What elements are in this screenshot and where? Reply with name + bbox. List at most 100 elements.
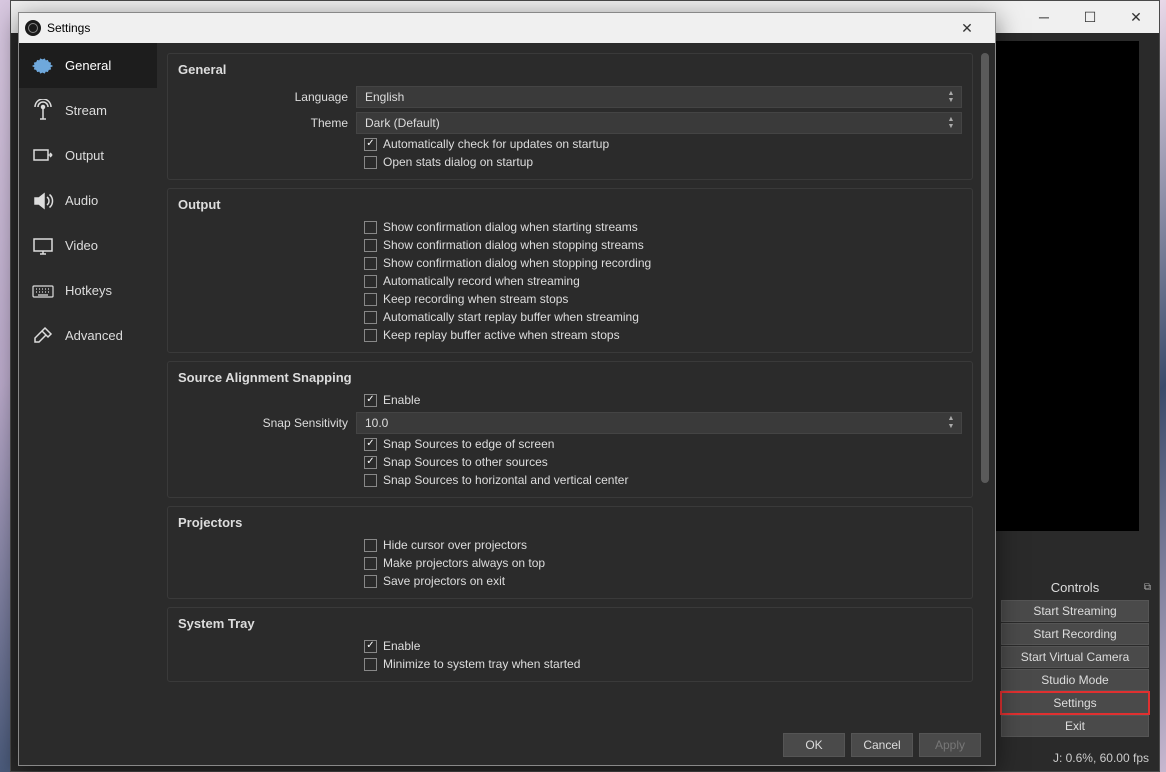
checkbox-label: Enable bbox=[383, 393, 420, 407]
snap-sensitivity-spinbox[interactable]: 10.0 ▲▼ bbox=[356, 412, 962, 434]
minimize-button[interactable]: ─ bbox=[1021, 1, 1067, 33]
group-projectors: Projectors Hide cursor over projectors M… bbox=[167, 506, 973, 599]
checkbox-tray-enable[interactable]: Enable bbox=[364, 639, 962, 653]
output-icon bbox=[29, 142, 57, 170]
settings-dialog: Settings ✕ General Stream Output Audio bbox=[18, 12, 996, 766]
dialog-title: Settings bbox=[47, 21, 945, 35]
checkbox-label: Snap Sources to other sources bbox=[383, 455, 548, 469]
sidebar-item-hotkeys[interactable]: Hotkeys bbox=[19, 268, 157, 313]
sidebar-item-output[interactable]: Output bbox=[19, 133, 157, 178]
theme-label: Theme bbox=[178, 116, 356, 130]
checkbox-snap-sources[interactable]: Snap Sources to other sources bbox=[364, 455, 962, 469]
language-value: English bbox=[365, 90, 404, 104]
checkbox-confirm-stop-recording[interactable]: Show confirmation dialog when stopping r… bbox=[364, 256, 962, 270]
controls-header-label: Controls bbox=[1051, 580, 1099, 595]
checkbox-label: Make projectors always on top bbox=[383, 556, 545, 570]
checkbox-icon bbox=[364, 438, 377, 451]
checkbox-icon bbox=[364, 575, 377, 588]
checkbox-icon bbox=[364, 311, 377, 324]
checkbox-hide-cursor[interactable]: Hide cursor over projectors bbox=[364, 538, 962, 552]
dialog-footer: OK Cancel Apply bbox=[19, 725, 995, 765]
checkbox-always-on-top[interactable]: Make projectors always on top bbox=[364, 556, 962, 570]
start-streaming-button[interactable]: Start Streaming bbox=[1001, 600, 1149, 622]
group-title: Output bbox=[178, 197, 962, 212]
checkbox-label: Hide cursor over projectors bbox=[383, 538, 527, 552]
cancel-button[interactable]: Cancel bbox=[851, 733, 913, 757]
checkbox-auto-update[interactable]: Automatically check for updates on start… bbox=[364, 137, 962, 151]
checkbox-icon bbox=[364, 138, 377, 151]
group-snapping: Source Alignment Snapping Enable Snap Se… bbox=[167, 361, 973, 498]
apply-button[interactable]: Apply bbox=[919, 733, 981, 757]
theme-select[interactable]: Dark (Default) ▲▼ bbox=[356, 112, 962, 134]
sidebar-item-video[interactable]: Video bbox=[19, 223, 157, 268]
sidebar-item-general[interactable]: General bbox=[19, 43, 157, 88]
popout-icon[interactable]: ⧉ bbox=[1144, 582, 1151, 593]
checkbox-open-stats[interactable]: Open stats dialog on startup bbox=[364, 155, 962, 169]
checkbox-label: Automatically start replay buffer when s… bbox=[383, 310, 639, 324]
checkbox-icon bbox=[364, 293, 377, 306]
language-label: Language bbox=[178, 90, 356, 104]
sidebar-item-label: General bbox=[65, 58, 111, 73]
exit-button[interactable]: Exit bbox=[1001, 715, 1149, 737]
checkbox-label: Automatically check for updates on start… bbox=[383, 137, 609, 151]
checkbox-confirm-stop-stream[interactable]: Show confirmation dialog when stopping s… bbox=[364, 238, 962, 252]
checkbox-icon bbox=[364, 156, 377, 169]
studio-mode-button[interactable]: Studio Mode bbox=[1001, 669, 1149, 691]
keyboard-icon bbox=[29, 277, 57, 305]
start-recording-button[interactable]: Start Recording bbox=[1001, 623, 1149, 645]
group-title: Projectors bbox=[178, 515, 962, 530]
obs-logo-icon bbox=[25, 20, 41, 36]
checkbox-icon bbox=[364, 275, 377, 288]
chevron-updown-icon: ▲▼ bbox=[944, 415, 958, 431]
content-scrollbar[interactable] bbox=[981, 53, 989, 483]
checkbox-icon bbox=[364, 257, 377, 270]
checkbox-icon bbox=[364, 456, 377, 469]
sidebar-item-stream[interactable]: Stream bbox=[19, 88, 157, 133]
audio-icon bbox=[29, 187, 57, 215]
group-output: Output Show confirmation dialog when sta… bbox=[167, 188, 973, 353]
checkbox-snap-center[interactable]: Snap Sources to horizontal and vertical … bbox=[364, 473, 962, 487]
checkbox-label: Open stats dialog on startup bbox=[383, 155, 533, 169]
close-button[interactable]: ✕ bbox=[1113, 1, 1159, 33]
checkbox-save-projectors[interactable]: Save projectors on exit bbox=[364, 574, 962, 588]
checkbox-auto-replay-buffer[interactable]: Automatically start replay buffer when s… bbox=[364, 310, 962, 324]
gear-icon bbox=[29, 52, 57, 80]
checkbox-snap-enable[interactable]: Enable bbox=[364, 393, 962, 407]
settings-button[interactable]: Settings bbox=[1001, 692, 1149, 714]
sidebar-item-audio[interactable]: Audio bbox=[19, 178, 157, 223]
language-select[interactable]: English ▲▼ bbox=[356, 86, 962, 108]
sidebar-item-label: Output bbox=[65, 148, 104, 163]
group-title: General bbox=[178, 62, 962, 77]
controls-panel: Controls ⧉ Start Streaming Start Recordi… bbox=[997, 576, 1153, 738]
dialog-close-button[interactable]: ✕ bbox=[945, 14, 989, 42]
checkbox-label: Enable bbox=[383, 639, 420, 653]
sidebar-item-advanced[interactable]: Advanced bbox=[19, 313, 157, 358]
settings-content: General Language English ▲▼ Theme Dark (… bbox=[157, 43, 995, 725]
checkbox-snap-edge[interactable]: Snap Sources to edge of screen bbox=[364, 437, 962, 451]
tools-icon bbox=[29, 322, 57, 350]
checkbox-icon bbox=[364, 239, 377, 252]
checkbox-icon bbox=[364, 221, 377, 234]
status-bar: J: 0.6%, 60.00 fps bbox=[1053, 751, 1149, 765]
chevron-updown-icon: ▲▼ bbox=[944, 115, 958, 131]
dialog-titlebar: Settings ✕ bbox=[19, 13, 995, 43]
sidebar-item-label: Audio bbox=[65, 193, 98, 208]
controls-header: Controls ⧉ bbox=[997, 576, 1153, 599]
start-virtual-camera-button[interactable]: Start Virtual Camera bbox=[1001, 646, 1149, 668]
chevron-updown-icon: ▲▼ bbox=[944, 89, 958, 105]
checkbox-minimize-tray[interactable]: Minimize to system tray when started bbox=[364, 657, 962, 671]
checkbox-icon bbox=[364, 329, 377, 342]
checkbox-keep-replay-buffer[interactable]: Keep replay buffer active when stream st… bbox=[364, 328, 962, 342]
ok-button[interactable]: OK bbox=[783, 733, 845, 757]
checkbox-auto-record[interactable]: Automatically record when streaming bbox=[364, 274, 962, 288]
group-system-tray: System Tray Enable Minimize to system tr… bbox=[167, 607, 973, 682]
checkbox-icon bbox=[364, 394, 377, 407]
checkbox-label: Save projectors on exit bbox=[383, 574, 505, 588]
checkbox-confirm-start-stream[interactable]: Show confirmation dialog when starting s… bbox=[364, 220, 962, 234]
checkbox-icon bbox=[364, 640, 377, 653]
checkbox-label: Show confirmation dialog when starting s… bbox=[383, 220, 638, 234]
checkbox-label: Automatically record when streaming bbox=[383, 274, 580, 288]
checkbox-label: Keep replay buffer active when stream st… bbox=[383, 328, 620, 342]
maximize-button[interactable]: ☐ bbox=[1067, 1, 1113, 33]
checkbox-keep-recording[interactable]: Keep recording when stream stops bbox=[364, 292, 962, 306]
